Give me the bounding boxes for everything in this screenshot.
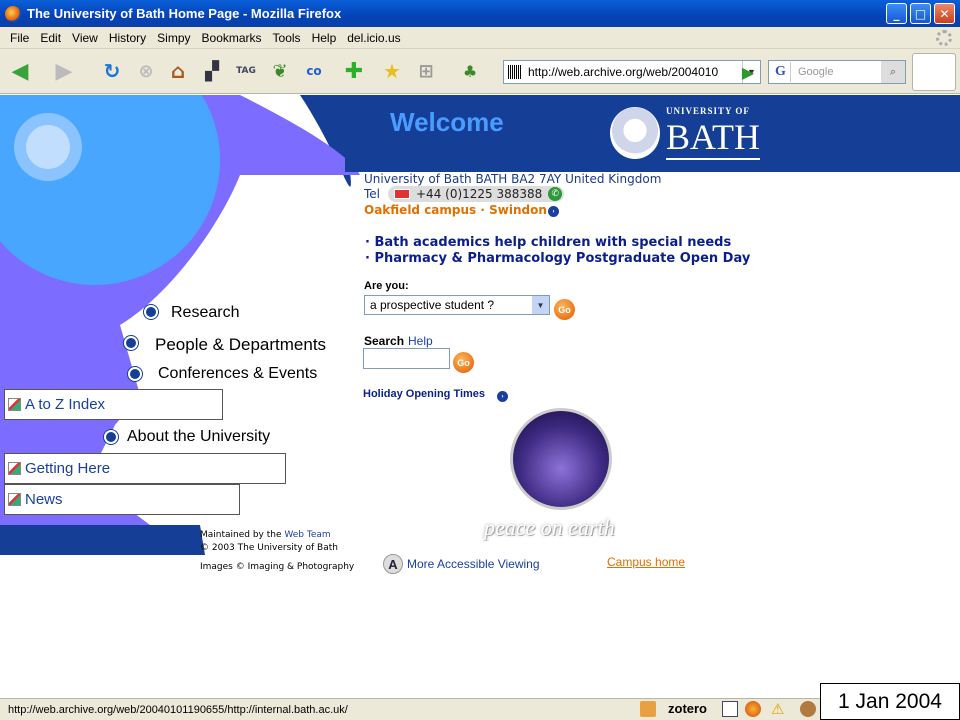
search-placeholder: Google [798,66,834,78]
maintained-text: Maintained by the Web Team [200,530,331,540]
reload-icon[interactable]: ↻ [100,59,124,83]
address-line: University of Bath BATH BA2 7AY United K… [364,172,662,186]
chevron-down-icon[interactable]: ▼ [532,296,549,314]
throbber-icon [936,30,952,46]
images-credit-text: Images © Imaging & Photography [200,562,355,572]
monkey-icon[interactable] [800,701,816,717]
logo-university-of: UNIVERSITY OF [665,106,750,116]
tel-label: Tel [364,187,381,201]
notepad-icon[interactable] [640,701,656,717]
chevron-right-icon[interactable]: › [548,206,559,217]
research-bullet-icon [144,305,158,319]
nav-getting-here[interactable]: Getting Here [4,453,286,484]
browser-window: The University of Bath Home Page - Mozil… [0,0,960,720]
christmas-ornament-image [510,408,612,510]
nav-research[interactable]: Research [171,304,239,322]
google-icon[interactable]: G [771,62,791,82]
search-help-link[interactable]: Help [408,334,433,348]
broken-image-icon [8,462,21,475]
accessible-viewing-link[interactable]: A More Accessible Viewing [383,554,540,574]
skype-icon[interactable] [912,53,956,91]
phone-number[interactable]: +44 (0)1225 388388 ✆ [388,186,565,202]
forward-arrow-icon[interactable]: ▶ [52,59,76,84]
tag-icon[interactable]: TAG [234,59,258,83]
are-you-label: Are you: [364,280,409,292]
web-team-link[interactable]: Web Team [284,530,330,540]
people-bullet-icon [124,336,138,350]
chevron-right-icon[interactable]: › [497,391,508,402]
page-icon [508,65,522,79]
magnifier-icon[interactable]: ⌕ [881,61,905,83]
go-arrow-icon[interactable]: ▶ [738,62,758,82]
zotero-button[interactable]: zotero [668,701,707,716]
accessibility-icon: A [383,554,403,574]
search-label: Search [364,334,405,348]
call-icon: ✆ [548,187,563,201]
logo-bath: BATH [665,116,760,160]
menu-bookmarks[interactable]: Bookmarks [202,31,262,45]
url-bar[interactable]: http://web.archive.org/web/2004010 ▼ [503,60,761,84]
nav-news[interactable]: News [4,484,240,515]
holiday-opening-link[interactable]: Holiday Opening Times [363,388,485,400]
menu-edit[interactable]: Edit [40,31,61,45]
screenshot-icon[interactable]: ▞ [200,59,224,83]
menu-tools[interactable]: Tools [273,31,301,45]
plant-icon[interactable]: ♣ [458,59,482,83]
menu-history[interactable]: History [109,31,146,45]
nav-about-university[interactable]: About the University [127,428,270,446]
nav-a-to-z-index[interactable]: A to Z Index [4,389,223,420]
title-bar: The University of Bath Home Page - Mozil… [0,0,960,27]
stop-icon[interactable]: ⊗ [134,59,158,83]
menu-file[interactable]: File [10,31,29,45]
warning-icon[interactable]: ⚠ [771,701,787,717]
home-icon[interactable]: ⌂ [166,59,190,83]
close-button[interactable]: ✕ [934,3,955,24]
menu-view[interactable]: View [72,31,98,45]
window-title: The University of Bath Home Page - Mozil… [27,6,342,21]
menu-simpy[interactable]: Simpy [157,31,190,45]
copyright-text: © 2003 The University of Bath [200,543,338,553]
firefox-icon [5,5,21,22]
menu-bar: File Edit View History Simpy Bookmarks T… [0,27,960,49]
news-item[interactable]: · Bath academics help children with spec… [365,235,731,250]
search-input[interactable] [363,348,450,369]
about-bullet-icon [104,430,118,444]
add-icon[interactable]: ✚ [342,59,366,84]
nav-conferences-events[interactable]: Conferences & Events [158,365,317,383]
conferences-bullet-icon [128,367,142,381]
back-arrow-icon[interactable]: ◀ [8,59,32,84]
sulis-head-icon [610,107,660,159]
campus-link[interactable]: Oakfield campus · Swindon [364,203,547,217]
plus-box-icon[interactable]: ⊞ [414,59,438,83]
nav-people-departments[interactable]: People & Departments [155,335,326,355]
broken-image-icon [8,398,21,411]
status-bar: http://web.archive.org/web/2004010119065… [0,698,960,720]
star-icon[interactable]: ★ [380,59,404,83]
edit-icon[interactable] [722,701,738,717]
menu-help[interactable]: Help [312,31,337,45]
go-button[interactable]: Go [554,299,575,320]
url-text: http://web.archive.org/web/2004010 [528,65,719,79]
uk-flag-icon [394,189,410,199]
menu-delicious[interactable]: del.icio.us [347,31,400,45]
welcome-heading: Welcome [390,107,504,137]
peace-on-earth-text: peace on earth [484,515,615,540]
search-go-button[interactable]: Go [453,352,474,373]
campus-home-link[interactable]: Campus home [607,555,685,569]
page-content: Welcome UNIVERSITY OF BATH Research Peop… [0,95,960,698]
maximize-button[interactable]: □ [910,3,931,24]
date-caption: 1 Jan 2004 [820,683,960,720]
status-text: http://web.archive.org/web/2004010119065… [8,703,348,716]
search-bar[interactable]: G Google ⌕ [768,60,906,84]
news-item[interactable]: · Pharmacy & Pharmacology Postgraduate O… [365,251,750,266]
visitor-type-select[interactable]: a prospective student ? ▼ [364,295,550,315]
leaf-icon[interactable]: ❦ [268,59,292,83]
minimize-button[interactable]: _ [886,3,907,24]
co-icon[interactable]: co [302,59,326,83]
firefox-small-icon[interactable] [745,701,761,717]
broken-image-icon [8,493,21,506]
university-logo[interactable]: UNIVERSITY OF BATH [610,103,760,163]
